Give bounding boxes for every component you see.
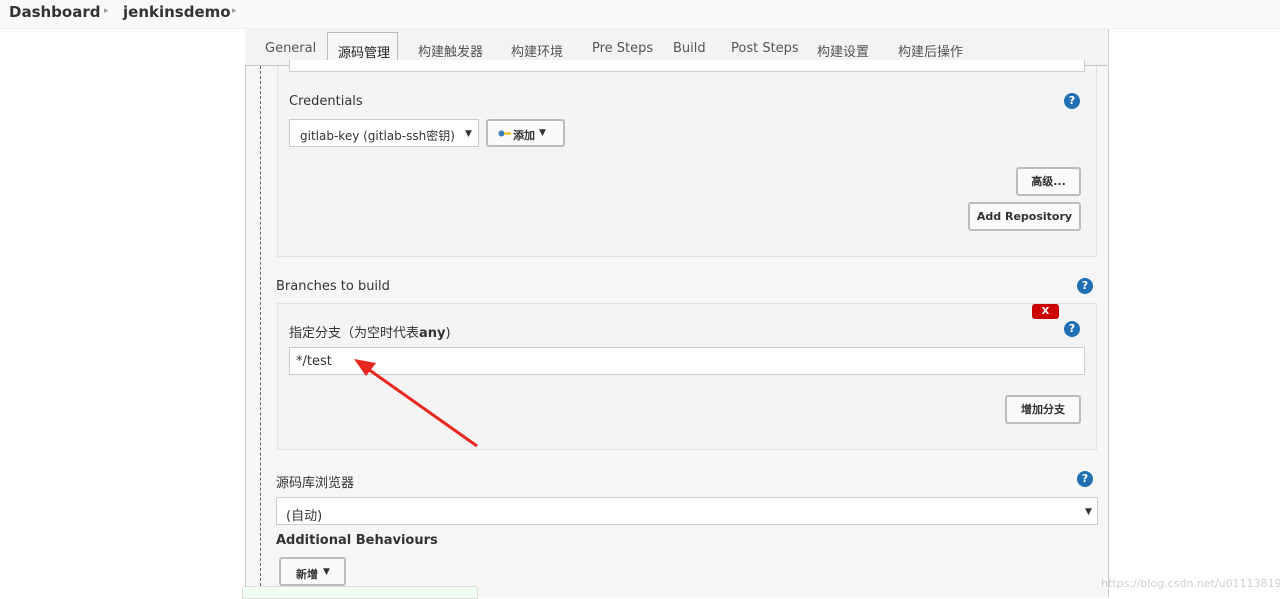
branch-specifier-label-suffix: )	[445, 326, 451, 341]
branch-specifier-input[interactable]: */test	[289, 347, 1085, 375]
tab-pre-steps[interactable]: Pre Steps	[592, 41, 653, 56]
repo-browser-label: 源码库浏览器	[276, 476, 355, 491]
chevron-right-icon[interactable]: ▸	[232, 6, 237, 16]
chevron-down-icon: ▼	[1085, 507, 1092, 517]
repository-url-input[interactable]	[289, 60, 1085, 72]
branches-section-label: Branches to build	[276, 279, 390, 294]
section-guide	[260, 66, 261, 596]
delete-branch-button[interactable]: X	[1032, 304, 1059, 319]
advanced-button[interactable]: 高级...	[1016, 167, 1081, 196]
branch-specifier-value: */test	[296, 354, 332, 369]
credentials-label: Credentials	[289, 94, 363, 109]
help-icon[interactable]: ?	[1064, 321, 1080, 337]
add-credentials-button[interactable]: 添加 ▼	[486, 119, 565, 147]
tab-label: 源码管理	[338, 46, 391, 61]
credentials-selected: gitlab-key (gitlab-ssh密钥)	[300, 129, 455, 143]
branch-specifier-label: 指定分支（为空时代表any)	[289, 322, 451, 341]
help-icon[interactable]: ?	[1077, 278, 1093, 294]
key-icon	[498, 130, 511, 137]
credentials-select[interactable]: gitlab-key (gitlab-ssh密钥) ▼	[289, 119, 479, 147]
bottom-button-bar	[242, 586, 478, 599]
tab-build-triggers[interactable]: 构建触发器	[418, 41, 483, 60]
additional-behaviours-label: Additional Behaviours	[276, 533, 438, 548]
add-behaviour-label: 新增	[296, 568, 318, 581]
breadcrumb-dashboard[interactable]: Dashboard	[9, 3, 100, 21]
add-branch-button[interactable]: 增加分支	[1005, 395, 1081, 424]
chevron-down-icon: ▼	[465, 129, 472, 139]
repo-browser-selected: (自动)	[286, 509, 323, 524]
chevron-down-icon: ▼	[539, 128, 546, 138]
help-icon[interactable]: ?	[1077, 471, 1093, 487]
breadcrumb: Dashboard ▸ jenkinsdemo ▸	[0, 0, 1280, 29]
chevron-down-icon: ▼	[323, 567, 330, 577]
add-repository-button[interactable]: Add Repository	[968, 202, 1081, 231]
add-credentials-label: 添加	[513, 129, 535, 142]
watermark: https://blog.csdn.net/u011138190	[1101, 577, 1280, 590]
tab-general[interactable]: General	[265, 41, 316, 56]
tab-build[interactable]: Build	[673, 41, 706, 56]
branch-specifier-label-any: any	[419, 326, 446, 341]
tab-post-steps[interactable]: Post Steps	[731, 41, 799, 56]
tab-build-settings[interactable]: 构建设置	[817, 41, 869, 60]
repo-browser-select[interactable]: (自动) ▼	[276, 497, 1098, 525]
help-icon[interactable]: ?	[1064, 93, 1080, 109]
add-behaviour-button[interactable]: 新增 ▼	[279, 557, 346, 586]
tab-build-environment[interactable]: 构建环境	[511, 41, 563, 60]
tab-post-build-actions[interactable]: 构建后操作	[898, 41, 963, 60]
chevron-right-icon[interactable]: ▸	[104, 6, 109, 16]
branch-specifier-label-prefix: 指定分支（为空时代表	[289, 326, 420, 341]
breadcrumb-job[interactable]: jenkinsdemo	[123, 3, 231, 21]
